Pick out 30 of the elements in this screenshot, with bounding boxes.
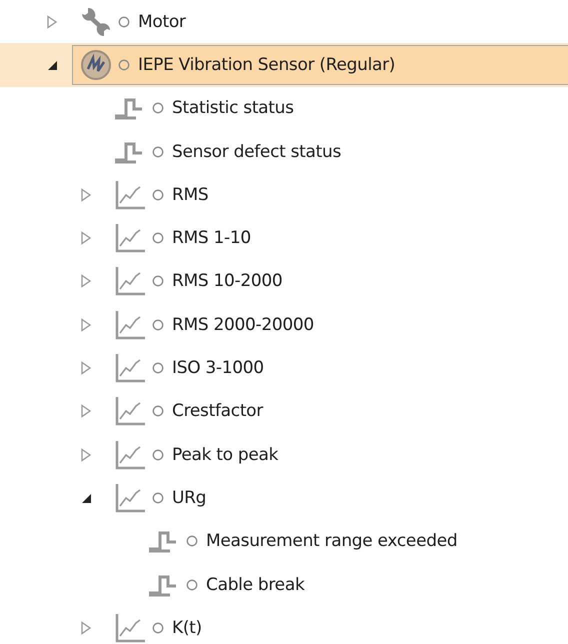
item-label: RMS 1-10	[172, 228, 251, 248]
tree-item[interactable]: Cable break	[148, 564, 568, 604]
tree-item[interactable]: Statistic status	[114, 88, 568, 128]
tree-item[interactable]: RMS 10-2000	[114, 261, 568, 302]
tree-item[interactable]: Motor	[80, 2, 568, 42]
tree-item[interactable]: Measurement range exceeded	[148, 521, 568, 562]
tree-item[interactable]: IEPE Vibration Sensor (Regular)	[72, 44, 568, 85]
item-label: ISO 3-1000	[172, 358, 264, 378]
item-label: Measurement range exceeded	[206, 531, 458, 552]
tree-item[interactable]: RMS 2000-20000	[114, 304, 568, 345]
item-label: RMS 2000-20000	[172, 314, 314, 335]
item-label: Crestfactor	[172, 401, 263, 422]
item-label: RMS	[172, 184, 208, 205]
item-label: K(t)	[172, 618, 202, 638]
item-label: RMS 10-2000	[172, 271, 282, 292]
tree-item[interactable]: ISO 3-1000	[114, 348, 568, 388]
item-label: Statistic status	[172, 98, 294, 118]
tree-item[interactable]: K(t)	[114, 608, 568, 644]
tree-item[interactable]: RMS	[114, 174, 568, 215]
tree-item[interactable]: Crestfactor	[114, 391, 568, 432]
item-label: Sensor defect status	[172, 142, 342, 162]
tree-item[interactable]: Peak to peak	[114, 434, 568, 475]
item-label: URg	[172, 488, 206, 508]
item-label: Cable break	[206, 574, 304, 594]
tree-item[interactable]: RMS 1-10	[114, 218, 568, 258]
tree-item[interactable]: Sensor defect status	[114, 132, 568, 172]
item-label: IEPE Vibration Sensor (Regular)	[138, 54, 396, 75]
tree-item[interactable]: URg	[114, 478, 568, 518]
item-label: Peak to peak	[172, 444, 278, 465]
item-label: Motor	[138, 12, 186, 32]
